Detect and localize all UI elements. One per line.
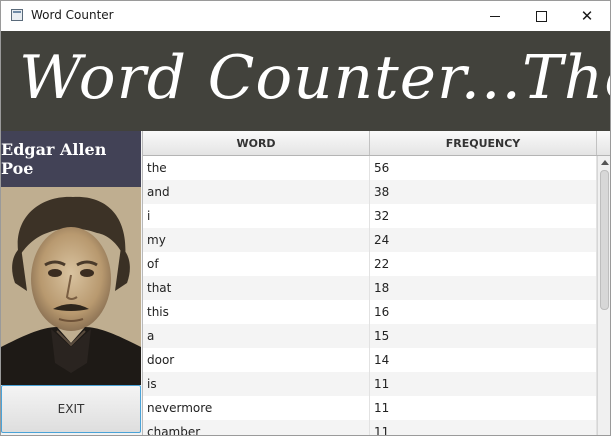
close-icon: ✕ bbox=[580, 7, 594, 25]
word-cell[interactable]: this bbox=[143, 300, 370, 324]
table-header: WORD FREQUENCY bbox=[143, 131, 610, 156]
word-cell[interactable]: a bbox=[143, 324, 370, 348]
word-cell[interactable]: chamber bbox=[143, 420, 370, 435]
frequency-cell[interactable]: 11 bbox=[370, 420, 597, 435]
table-row[interactable]: that 18 bbox=[143, 276, 597, 300]
word-cell[interactable]: door bbox=[143, 348, 370, 372]
word-cell[interactable]: and bbox=[143, 180, 370, 204]
frequency-cell[interactable]: 38 bbox=[370, 180, 597, 204]
frequency-cell[interactable]: 22 bbox=[370, 252, 597, 276]
table-body: the 56 and 38 i 32 my 24 of 22 that 18 this 16 a 15 door… bbox=[143, 156, 597, 435]
table-row[interactable]: a 15 bbox=[143, 324, 597, 348]
word-cell[interactable]: the bbox=[143, 156, 370, 180]
word-cell[interactable]: nevermore bbox=[143, 396, 370, 420]
word-frequency-table: WORD FREQUENCY the 56 and 38 i 32 my 24 of 22 that… bbox=[142, 131, 610, 435]
table-row[interactable]: is 11 bbox=[143, 372, 597, 396]
scroll-up-arrow-icon[interactable] bbox=[601, 160, 609, 165]
table-row[interactable]: of 22 bbox=[143, 252, 597, 276]
table-row[interactable]: and 38 bbox=[143, 180, 597, 204]
author-portrait bbox=[1, 187, 141, 385]
author-name: Edgar Allen Poe bbox=[1, 131, 141, 187]
close-button[interactable]: ✕ bbox=[564, 1, 610, 31]
table-row[interactable]: my 24 bbox=[143, 228, 597, 252]
maximize-icon bbox=[535, 10, 547, 22]
minimize-icon bbox=[490, 15, 500, 17]
frequency-cell[interactable]: 24 bbox=[370, 228, 597, 252]
frequency-cell[interactable]: 18 bbox=[370, 276, 597, 300]
author-portrait-image bbox=[1, 187, 141, 385]
scroll-thumb[interactable] bbox=[600, 170, 609, 310]
table-row[interactable]: this 16 bbox=[143, 300, 597, 324]
word-cell[interactable]: that bbox=[143, 276, 370, 300]
table-header-corner bbox=[597, 131, 610, 155]
frequency-cell[interactable]: 11 bbox=[370, 372, 597, 396]
frequency-cell[interactable]: 11 bbox=[370, 396, 597, 420]
table-row[interactable]: i 32 bbox=[143, 204, 597, 228]
app-window-icon bbox=[11, 9, 23, 21]
column-header-frequency[interactable]: FREQUENCY bbox=[370, 131, 597, 155]
left-panel: Edgar Allen Poe EXIT bbox=[1, 131, 141, 435]
banner: Word Counter...The Raven bbox=[1, 31, 610, 131]
frequency-cell[interactable]: 15 bbox=[370, 324, 597, 348]
frequency-cell[interactable]: 56 bbox=[370, 156, 597, 180]
title-bar[interactable]: Word Counter ✕ bbox=[1, 1, 610, 31]
word-cell[interactable]: of bbox=[143, 252, 370, 276]
word-cell[interactable]: my bbox=[143, 228, 370, 252]
table-scrollbar[interactable] bbox=[597, 156, 610, 435]
minimize-button[interactable] bbox=[472, 1, 518, 31]
table-row[interactable]: the 56 bbox=[143, 156, 597, 180]
word-cell[interactable]: i bbox=[143, 204, 370, 228]
exit-button[interactable]: EXIT bbox=[1, 385, 141, 433]
table-row[interactable]: chamber 11 bbox=[143, 420, 597, 435]
maximize-button[interactable] bbox=[518, 1, 564, 31]
column-header-word[interactable]: WORD bbox=[143, 131, 370, 155]
banner-title: Word Counter...The Raven bbox=[19, 43, 610, 113]
frequency-cell[interactable]: 16 bbox=[370, 300, 597, 324]
table-row[interactable]: door 14 bbox=[143, 348, 597, 372]
word-cell[interactable]: is bbox=[143, 372, 370, 396]
frequency-cell[interactable]: 32 bbox=[370, 204, 597, 228]
app-window: Word Counter ✕ Word Counter...The Raven … bbox=[0, 0, 611, 436]
frequency-cell[interactable]: 14 bbox=[370, 348, 597, 372]
table-row[interactable]: nevermore 11 bbox=[143, 396, 597, 420]
window-title: Word Counter bbox=[31, 8, 114, 22]
